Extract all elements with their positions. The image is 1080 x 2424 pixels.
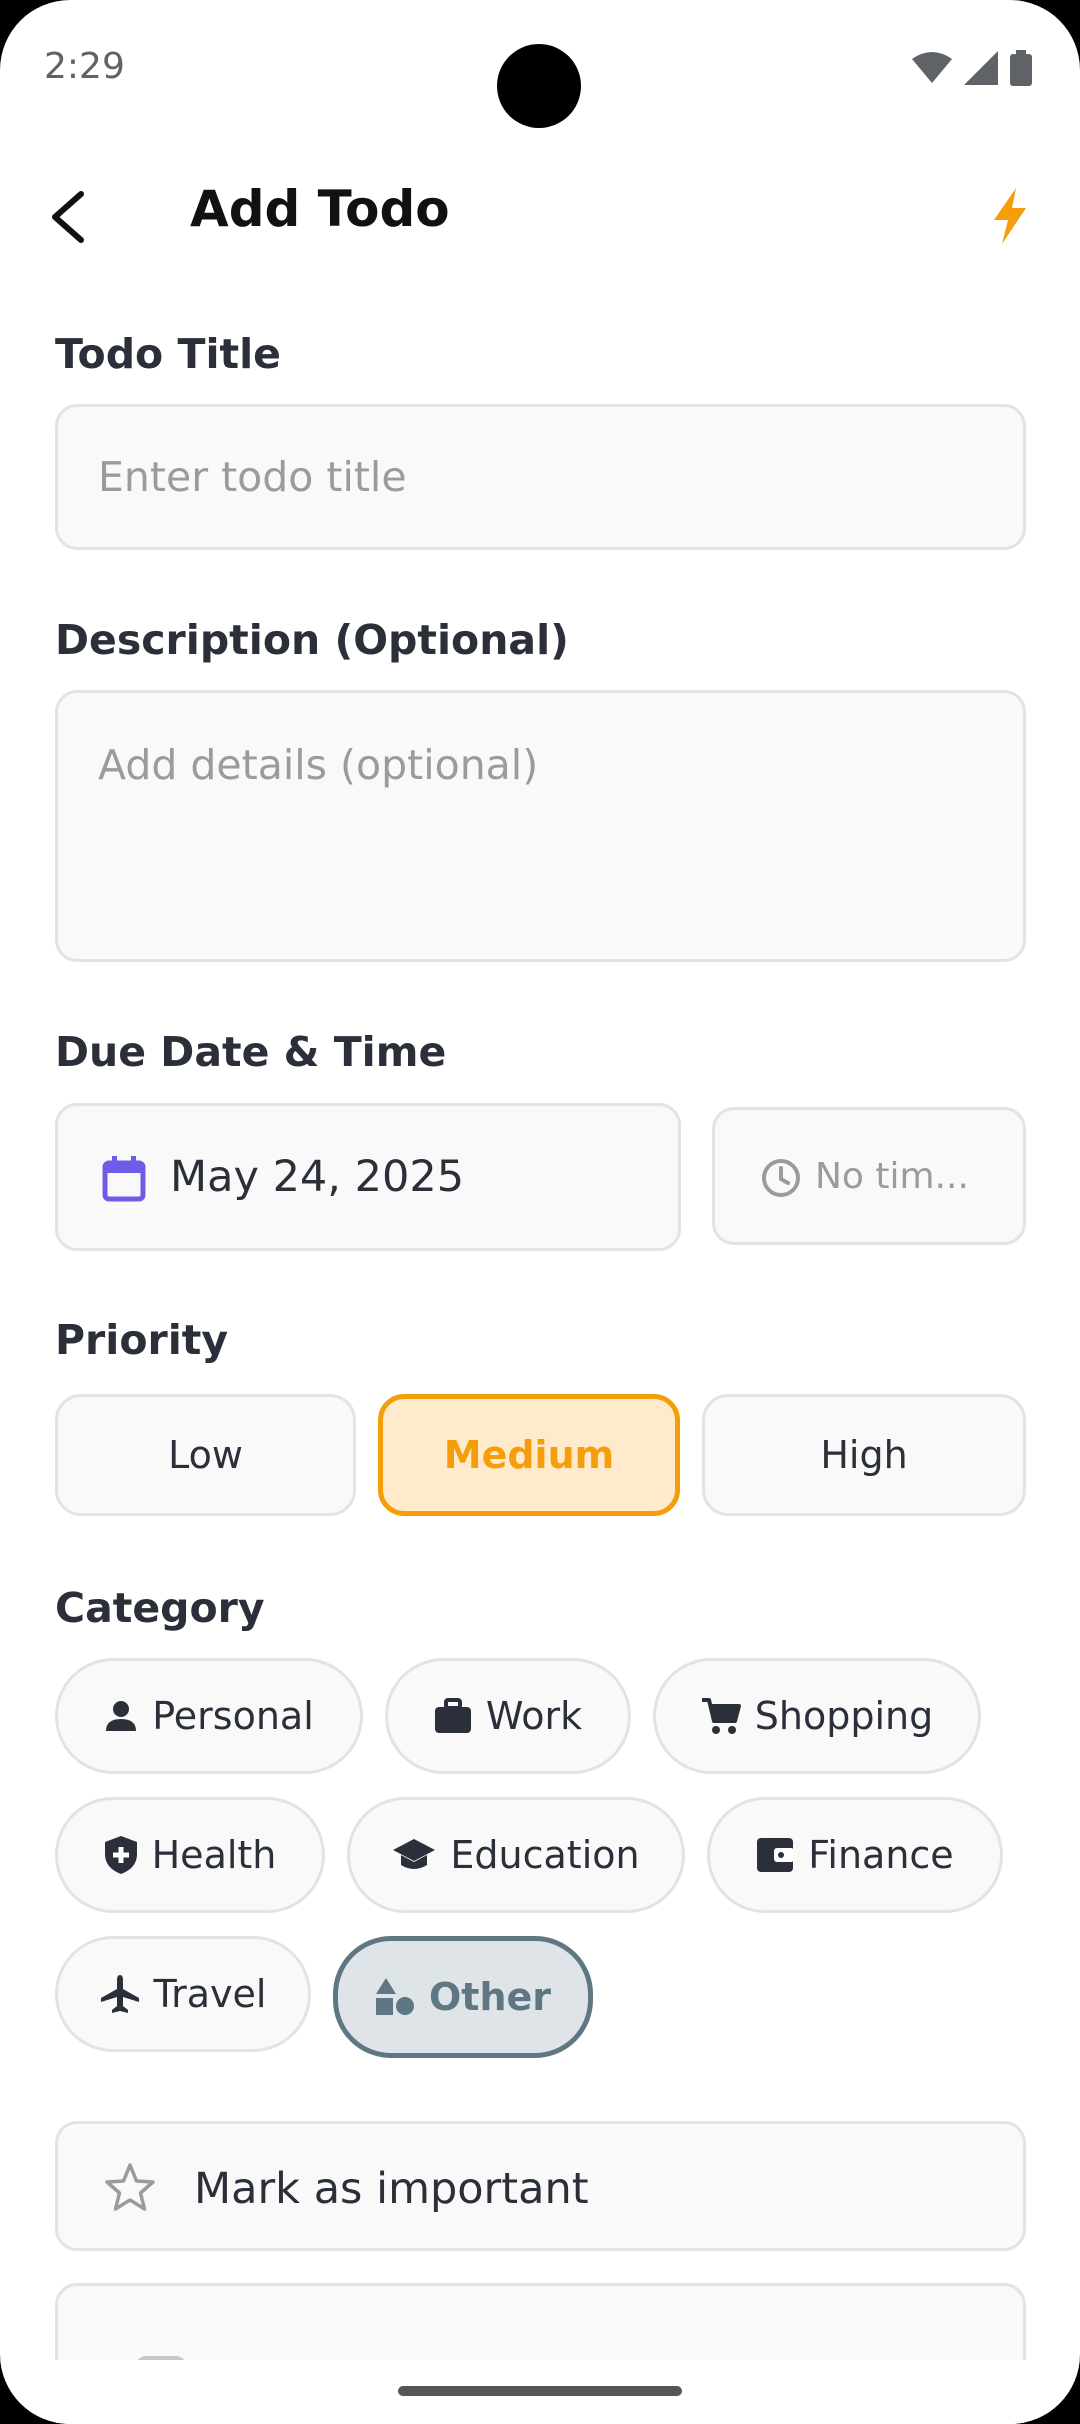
priority-medium-button[interactable]: Medium (378, 1394, 680, 1516)
time-picker-field[interactable]: No tim... (712, 1107, 1026, 1245)
description-label: Description (Optional) (55, 616, 569, 664)
todo-title-placeholder: Enter todo title (98, 453, 407, 501)
todo-title-input[interactable]: Enter todo title (55, 404, 1026, 550)
shopping-cart-icon (701, 1698, 741, 1734)
back-arrow-icon (52, 191, 84, 243)
description-placeholder: Add details (optional) (98, 741, 539, 789)
wifi-icon (912, 52, 952, 83)
star-outline-icon (105, 2163, 155, 2211)
category-shopping-chip[interactable]: Shopping (653, 1658, 981, 1774)
airplane-icon (100, 1975, 139, 2013)
status-time: 2:29 (44, 46, 125, 87)
calendar-icon (102, 1156, 146, 1202)
category-education-chip[interactable]: Education (347, 1797, 685, 1913)
status-bar: 2:29 (0, 0, 1080, 140)
priority-low-button[interactable]: Low (55, 1394, 356, 1516)
category-shopping-label: Shopping (754, 1694, 934, 1738)
description-input[interactable]: Add details (optional) (55, 690, 1026, 962)
lightning-bolt-icon (994, 188, 1026, 244)
category-education-label: Education (450, 1833, 640, 1877)
category-personal-label: Personal (152, 1694, 314, 1738)
category-health-chip[interactable]: Health (55, 1797, 325, 1913)
date-picker-field[interactable]: May 24, 2025 (55, 1103, 681, 1251)
quick-add-button[interactable] (980, 186, 1040, 246)
due-date-label: Due Date & Time (55, 1028, 447, 1076)
home-indicator[interactable] (398, 2386, 682, 2396)
priority-high-button[interactable]: High (702, 1394, 1026, 1516)
phone-screen: 2:29 Add Todo Todo Title Enter todo titl… (0, 0, 1080, 2424)
category-label: Category (55, 1584, 265, 1632)
category-personal-chip[interactable]: Personal (55, 1658, 363, 1774)
category-finance-label: Finance (808, 1833, 954, 1877)
health-shield-icon (104, 1836, 137, 1874)
briefcase-icon (434, 1698, 471, 1733)
cell-signal-icon (964, 51, 998, 85)
status-icons (912, 50, 1032, 86)
category-work-label: Work (485, 1694, 583, 1738)
graduation-cap-icon (393, 1839, 436, 1869)
page-title: Add Todo (190, 180, 450, 238)
category-finance-chip[interactable]: Finance (707, 1797, 1003, 1913)
front-camera (497, 44, 581, 128)
time-placeholder: No tim... (815, 1156, 969, 1197)
category-travel-chip[interactable]: Travel (55, 1936, 311, 2052)
app-bar: Add Todo (0, 160, 1080, 270)
category-other-chip[interactable]: Other (333, 1936, 593, 2058)
clock-icon (762, 1159, 800, 1197)
category-health-label: Health (151, 1833, 277, 1877)
wallet-icon (757, 1838, 795, 1872)
back-button[interactable] (32, 182, 102, 252)
priority-label: Priority (55, 1316, 229, 1364)
battery-icon (1010, 50, 1032, 86)
selected-date: May 24, 2025 (170, 1152, 465, 1202)
person-icon (106, 1701, 137, 1731)
mark-important-label: Mark as important (194, 2164, 589, 2214)
shapes-icon (375, 1978, 414, 2015)
todo-title-label: Todo Title (55, 330, 281, 378)
category-work-chip[interactable]: Work (385, 1658, 631, 1774)
mark-important-toggle[interactable]: Mark as important (55, 2121, 1026, 2251)
category-travel-label: Travel (153, 1972, 267, 2016)
category-other-label: Other (428, 1975, 552, 2019)
